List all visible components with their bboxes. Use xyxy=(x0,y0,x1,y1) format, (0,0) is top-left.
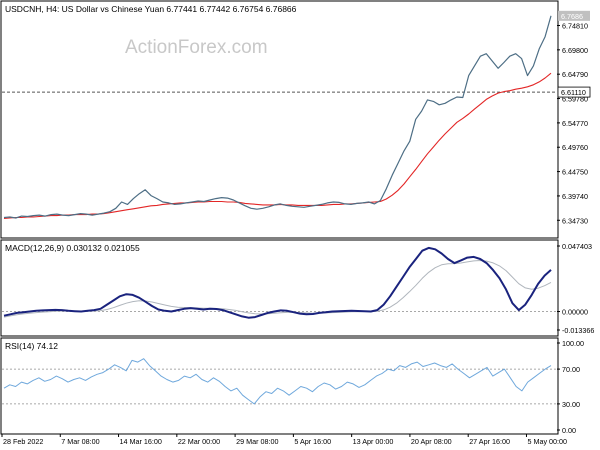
price-tick-label: 6.74810 xyxy=(562,21,588,30)
macd-tick-label: -0.013366 xyxy=(562,326,594,335)
macd-main-line xyxy=(3,246,552,319)
price-line xyxy=(3,15,552,219)
rsi-tick-label: 0.00 xyxy=(562,426,576,435)
rsi-title: RSI(14) 74.12 xyxy=(5,341,58,351)
price-tick-label: 6.44750 xyxy=(562,168,588,177)
price-tick-label: 6.34730 xyxy=(562,216,588,225)
main-panel-frame xyxy=(0,0,559,239)
rsi-tick-label: 30.00 xyxy=(562,400,580,409)
watermark: ActionForex.com xyxy=(125,37,268,58)
rsi-tick-label: 70.00 xyxy=(562,365,580,374)
time-tick-label: 14 Mar 16:00 xyxy=(120,437,162,446)
price-tick-label: 6.64790 xyxy=(562,70,588,79)
macd-panel-frame xyxy=(0,239,559,337)
time-tick-label: 5 May 00:00 xyxy=(527,437,567,446)
price-tick-label: 6.54770 xyxy=(562,119,588,128)
time-tick-label: 7 Mar 08:00 xyxy=(61,437,99,446)
time-tick-label: 27 Apr 16:00 xyxy=(469,437,510,446)
time-tick-label: 5 Apr 16:00 xyxy=(294,437,331,446)
rsi-panel-frame xyxy=(0,337,559,435)
macd-panel: MACD(12,26,9) 0.030132 0.021055 0.047403… xyxy=(0,239,594,337)
macd-title: MACD(12,26,9) 0.030132 0.021055 xyxy=(5,243,140,253)
price-tick-label: 6.39740 xyxy=(562,192,588,201)
moving-average-line xyxy=(3,72,552,220)
macd-tick-label: 0.047403 xyxy=(562,242,592,251)
chart-root: USDCNH, H4: US Dollar vs Chinese Yuan 6.… xyxy=(0,0,594,446)
time-tick-label: 29 Mar 08:00 xyxy=(236,437,278,446)
current-price-label: 6.7686 xyxy=(561,12,583,21)
rsi-tick-label: 100.00 xyxy=(562,339,584,348)
time-tick-label: 13 Apr 00:00 xyxy=(353,437,394,446)
macd-tick-label: 0.00000 xyxy=(562,308,588,317)
chart-title: USDCNH, H4: US Dollar vs Chinese Yuan 6.… xyxy=(5,4,297,14)
macd-signal-line xyxy=(3,260,552,318)
time-tick-label: 22 Mar 00:00 xyxy=(178,437,220,446)
time-axis: 28 Feb 2022 7 Mar 08:00 14 Mar 16:00 22 Mar… xyxy=(1,434,567,446)
level-price-label: 6.61110 xyxy=(561,88,586,97)
price-tick-label: 6.69800 xyxy=(562,46,588,55)
time-tick-label: 28 Feb 2022 xyxy=(3,437,43,446)
rsi-panel: RSI(14) 74.12 100.00 70.00 30.00 0.00 xyxy=(0,337,584,435)
time-tick-label: 20 Apr 08:00 xyxy=(411,437,452,446)
rsi-line xyxy=(3,358,552,405)
price-tick-label: 6.49760 xyxy=(562,143,588,152)
main-price-panel: USDCNH, H4: US Dollar vs Chinese Yuan 6.… xyxy=(0,0,591,239)
